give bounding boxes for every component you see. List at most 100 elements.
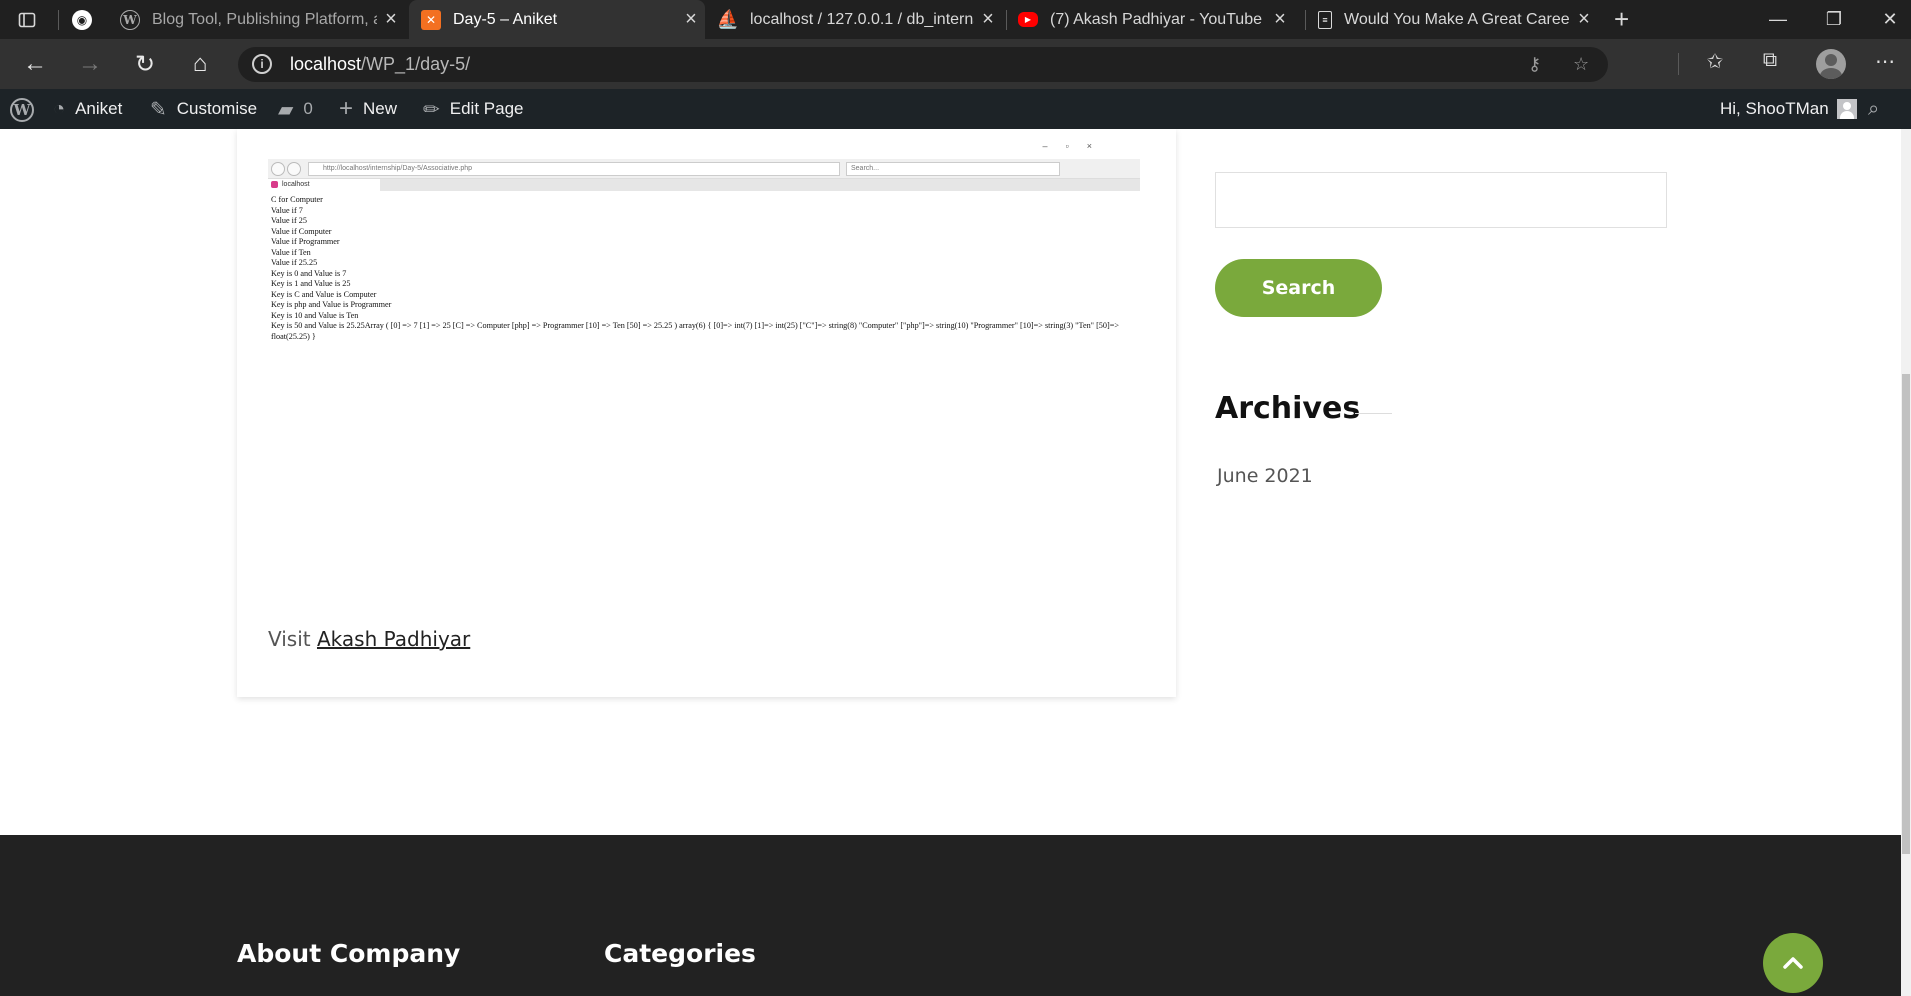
output-line: Key is php and Value is Programmer xyxy=(271,300,392,309)
output-line: Value if Computer xyxy=(271,226,332,236)
screenshot-forward-icon xyxy=(287,162,301,176)
close-tab-icon[interactable]: × xyxy=(974,8,1002,31)
output-line: Key is 10 and Value is Ten xyxy=(271,310,359,320)
footer-categories-heading: Categories xyxy=(604,939,756,968)
screenshot-output-text: C for Computer Value if 7 Value if 25 Va… xyxy=(271,195,1137,342)
add-favorite-icon[interactable]: ☆ xyxy=(1573,54,1589,75)
admin-search-button[interactable]: ⌕ xyxy=(1868,89,1879,129)
search-input[interactable] xyxy=(1215,172,1667,228)
tab-day-5[interactable]: ✕ Day-5 – Aniket × xyxy=(409,0,705,39)
tab-pinned-github[interactable]: ◉ xyxy=(72,0,102,39)
tab-phpmyadmin[interactable]: ⛵ localhost / 127.0.0.1 / db_interns × xyxy=(717,0,1002,39)
forward-button[interactable]: → xyxy=(72,47,108,81)
archives-heading: Archives xyxy=(1215,391,1361,426)
scroll-to-top-button[interactable] xyxy=(1763,933,1823,993)
admin-new-link[interactable]: + New xyxy=(339,89,397,129)
akash-padhiyar-link[interactable]: Akash Padhiyar xyxy=(317,627,470,651)
wp-admin-bar: W ◔ Aniket ✎ Customise ▰ 0 + New ✏ Edit … xyxy=(0,89,1911,129)
arrow-right-icon: → xyxy=(78,50,102,77)
output-line: Key is C and Value is Computer xyxy=(271,289,377,299)
close-window-button[interactable]: ✕ xyxy=(1862,0,1911,39)
archive-link-june-2021[interactable]: June 2021 xyxy=(1217,465,1313,487)
output-line: Key is 0 and Value is 7 xyxy=(271,268,347,278)
page-content: –▫× http://localhost/internship/Day-5/As… xyxy=(0,129,1901,996)
back-button[interactable]: ← xyxy=(17,47,53,81)
screenshot-search: Search... xyxy=(846,162,1060,176)
browser-toolbar: ← → ↻ ⌂ i localhost/WP_1/day-5/ ⚷ ☆ ✩ ⧉ … xyxy=(0,39,1911,89)
key-icon[interactable]: ⚷ xyxy=(1528,54,1541,75)
refresh-button[interactable]: ↻ xyxy=(127,47,163,81)
refresh-icon: ↻ xyxy=(134,50,156,78)
tab-youtube[interactable]: ▶ (7) Akash Padhiyar - YouTube × xyxy=(1018,0,1294,39)
search-button[interactable]: Search xyxy=(1215,259,1382,317)
avatar xyxy=(1836,99,1857,119)
site-info-icon[interactable]: i xyxy=(252,54,272,74)
admin-site-link[interactable]: ◔ Aniket xyxy=(53,89,122,129)
tab-title: Blog Tool, Publishing Platform, a xyxy=(152,10,377,28)
close-tab-icon[interactable]: × xyxy=(1570,8,1598,31)
tab-title: Day-5 – Aniket xyxy=(453,10,558,28)
admin-customise-link[interactable]: ✎ Customise xyxy=(150,89,257,129)
restore-button[interactable]: ❐ xyxy=(1806,0,1862,39)
search-icon: ⌕ xyxy=(1868,97,1880,120)
paintbrush-icon: ✎ xyxy=(150,98,167,121)
collections-icon[interactable]: ⧉ xyxy=(1755,49,1785,72)
minimize-button[interactable]: — xyxy=(1750,0,1806,39)
article-card: –▫× http://localhost/internship/Day-5/As… xyxy=(237,129,1176,697)
output-line: Value if 25.25 xyxy=(271,258,318,267)
customise-label: Customise xyxy=(176,99,258,118)
admin-account-link[interactable]: Hi, ShooTMan xyxy=(1720,89,1857,129)
tab-title: Would You Make A Great Career xyxy=(1344,10,1570,28)
address-bar[interactable]: i localhost/WP_1/day-5/ ⚷ ☆ xyxy=(238,47,1608,82)
tab-divider xyxy=(58,10,59,30)
site-footer: About Company Categories xyxy=(0,835,1901,996)
embedded-screenshot-image: –▫× http://localhost/internship/Day-5/As… xyxy=(268,139,1140,344)
output-line: Key is 1 and Value is 25 xyxy=(271,279,351,288)
url-path: /WP_1/day-5/ xyxy=(361,54,471,74)
scrollbar-thumb[interactable] xyxy=(1902,374,1910,854)
new-label: New xyxy=(363,99,398,118)
pencil-icon: ✏ xyxy=(423,98,440,121)
new-tab-button[interactable]: + xyxy=(1614,0,1638,39)
admin-edit-page-link[interactable]: ✏ Edit Page xyxy=(423,89,524,129)
site-name: Aniket xyxy=(75,99,123,118)
tab-actions-button[interactable] xyxy=(18,0,46,39)
close-tab-icon[interactable]: × xyxy=(1266,8,1294,31)
tab-wordpress[interactable]: W Blog Tool, Publishing Platform, a × xyxy=(120,0,405,39)
wordpress-logo-icon[interactable]: W xyxy=(10,98,34,122)
url-text[interactable]: localhost/WP_1/day-5/ xyxy=(290,54,470,75)
screenshot-address-bar: http://localhost/internship/Day-5/Associ… xyxy=(268,159,1140,179)
close-tab-icon[interactable]: × xyxy=(677,8,705,31)
screenshot-back-icon xyxy=(271,162,285,176)
tab-title: (7) Akash Padhiyar - YouTube xyxy=(1050,10,1262,28)
xampp-icon: ✕ xyxy=(421,9,441,30)
home-icon: ⌂ xyxy=(192,50,208,77)
admin-comments-link[interactable]: ▰ 0 xyxy=(278,89,313,129)
document-icon: ≡ xyxy=(1318,10,1332,29)
screenshot-window-controls: –▫× xyxy=(1042,141,1110,151)
more-menu-icon[interactable]: ⋯ xyxy=(1870,49,1900,74)
tab-career[interactable]: ≡ Would You Make A Great Career × xyxy=(1318,0,1598,39)
profile-avatar[interactable] xyxy=(1816,49,1846,79)
browser-tab-strip: ◉ W Blog Tool, Publishing Platform, a × … xyxy=(0,0,1911,39)
visit-text: Visit Akash Padhiyar xyxy=(268,627,470,651)
home-button[interactable]: ⌂ xyxy=(182,47,218,81)
output-line: C for Computer xyxy=(271,195,323,204)
output-line: Value if 25 xyxy=(271,216,307,225)
output-line: Value if Programmer xyxy=(271,237,340,246)
dashboard-icon: ◔ xyxy=(53,97,66,120)
page-scrollbar[interactable] xyxy=(1901,129,1911,996)
chevron-up-icon xyxy=(1783,957,1803,969)
plus-icon: + xyxy=(339,95,354,122)
edit-page-label: Edit Page xyxy=(449,99,524,118)
visit-prefix: Visit xyxy=(268,627,311,651)
output-line: Key is 50 and Value is 25.25Array ( [0] … xyxy=(271,321,1119,341)
close-tab-icon[interactable]: × xyxy=(377,8,405,31)
github-icon: ◉ xyxy=(72,9,92,30)
footer-about-heading: About Company xyxy=(237,939,461,968)
wordpress-icon: W xyxy=(120,9,140,30)
tab-actions-icon xyxy=(18,12,36,27)
favorites-icon[interactable]: ✩ xyxy=(1700,49,1730,74)
url-host: localhost xyxy=(290,54,362,74)
plus-icon: + xyxy=(1614,4,1630,34)
